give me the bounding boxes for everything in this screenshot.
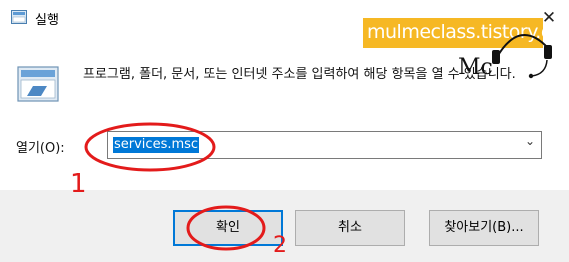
watermark-text: mulmeclass.tistory.com [367, 21, 569, 43]
cancel-button[interactable]: 취소 [295, 210, 405, 246]
chevron-down-icon[interactable]: ⌄ [525, 134, 535, 148]
ok-button[interactable]: 확인 [173, 210, 283, 246]
open-combobox[interactable]: services.msc ⌄ [107, 131, 542, 159]
open-input-value[interactable]: services.msc [113, 137, 200, 153]
run-app-icon [11, 10, 27, 24]
run-dialog-icon [17, 66, 59, 102]
dialog-description: 프로그램, 폴더, 문서, 또는 인터넷 주소를 입력하여 해당 항목을 열 수… [83, 67, 516, 82]
browse-button[interactable]: 찾아보기(B)... [429, 210, 539, 246]
open-field-label: 열기(O): [16, 141, 65, 156]
window-title: 실행 [35, 13, 59, 28]
